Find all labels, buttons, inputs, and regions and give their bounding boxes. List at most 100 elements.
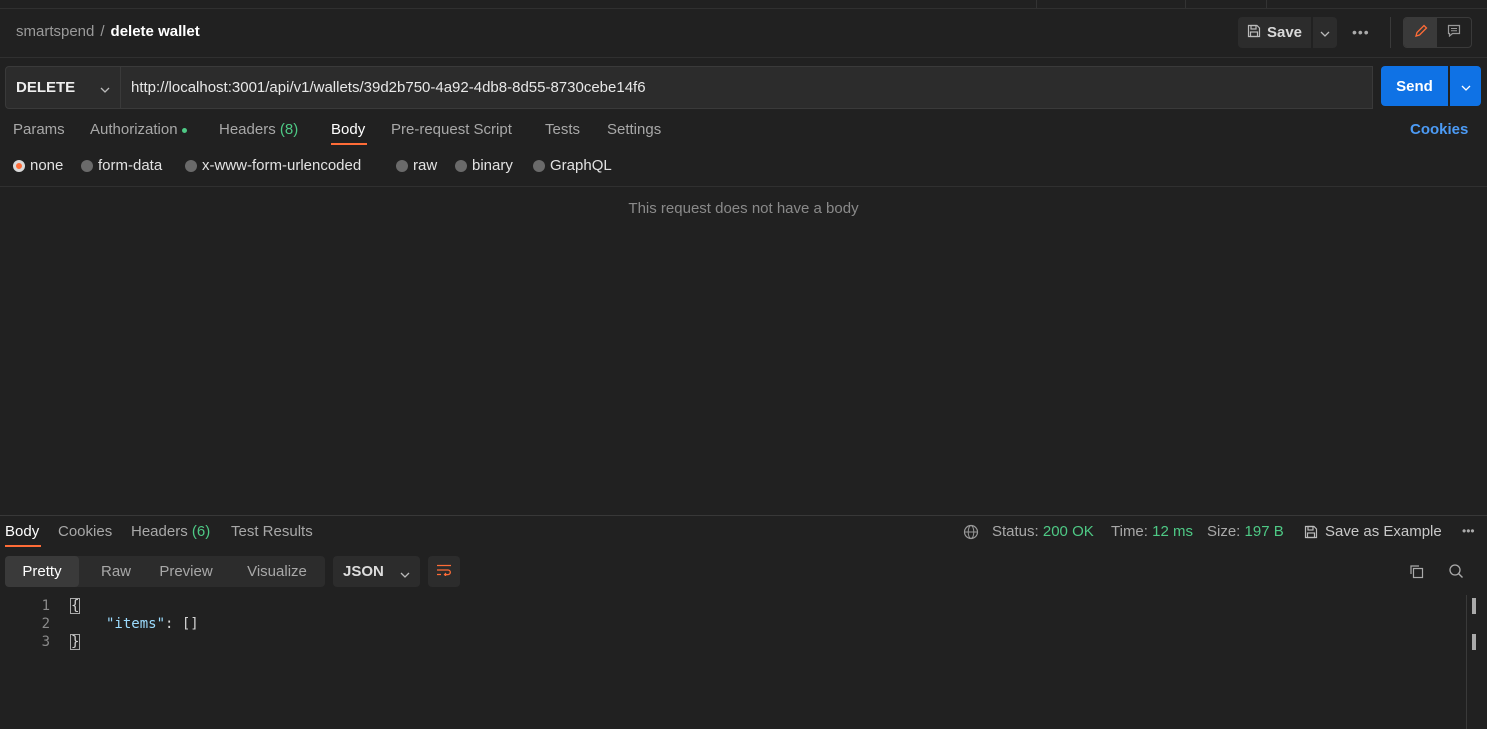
radio-binary[interactable]: binary [455, 157, 513, 174]
radio-label: binary [472, 157, 513, 174]
status-dot [181, 127, 187, 133]
radio-x-www-form-urlencoded[interactable]: x-www-form-urlencoded [185, 157, 361, 174]
save-group: Save [1238, 17, 1337, 48]
open-brace: { [70, 598, 81, 614]
cookies-link[interactable]: Cookies [1410, 121, 1468, 138]
editor-scroll-marker[interactable] [1472, 598, 1476, 614]
response-tab-test-results[interactable]: Test Results [231, 523, 313, 540]
send-options-button[interactable] [1450, 66, 1481, 106]
size-label: Size: [1207, 523, 1241, 540]
response-tab-cookies[interactable]: Cookies [58, 523, 112, 540]
response-tab-headers-label: Headers [131, 523, 188, 540]
tab-divider [1036, 0, 1037, 8]
response-time[interactable]: Time: 12 ms [1111, 523, 1193, 540]
view-visualize-button[interactable]: Visualize [233, 556, 321, 587]
code-line[interactable]: { [70, 598, 81, 614]
save-icon [1304, 525, 1318, 539]
chevron-down-icon [1320, 24, 1330, 41]
response-tab-headers[interactable]: Headers (6) [131, 523, 210, 540]
response-size[interactable]: Size: 197 B [1207, 523, 1284, 540]
method-select[interactable]: DELETE [5, 66, 121, 109]
save-label: Save [1266, 24, 1303, 41]
chevron-down-icon [100, 80, 110, 97]
editor-scrollbar-track[interactable] [1466, 595, 1467, 729]
line-number: 3 [41, 634, 50, 650]
radio-label: form-data [98, 157, 163, 174]
save-icon [1247, 24, 1261, 42]
code-line[interactable]: "items": [] [106, 616, 199, 632]
comment-mode-button[interactable] [1437, 18, 1471, 47]
radio-label: none [30, 157, 64, 174]
tab-divider [1185, 0, 1186, 8]
tab-body[interactable]: Body [331, 121, 365, 138]
more-options-button[interactable]: ••• [1352, 24, 1370, 40]
json-value: : [] [165, 616, 199, 632]
time-value: 12 ms [1152, 523, 1193, 540]
view-pretty-button[interactable]: Pretty [5, 556, 79, 587]
wrap-lines-icon [436, 563, 452, 580]
comment-icon [1447, 24, 1461, 41]
radio-label: raw [413, 157, 438, 174]
divider [0, 57, 1487, 58]
tab-params[interactable]: Params [13, 121, 65, 138]
radio-none[interactable]: none [13, 157, 63, 174]
copy-icon[interactable] [1409, 564, 1424, 583]
response-headers-count: (6) [191, 523, 211, 540]
response-more-button[interactable]: ••• [1462, 524, 1475, 538]
breadcrumb-collection[interactable]: smartspend [16, 23, 94, 40]
chevron-down-icon [1461, 78, 1471, 95]
tab-divider [1266, 0, 1267, 8]
edit-mode-button[interactable] [1404, 18, 1437, 47]
tab-pre-request-script[interactable]: Pre-request Script [391, 121, 512, 138]
line-number: 1 [41, 598, 50, 614]
response-status[interactable]: Status: 200 OK [992, 523, 1094, 540]
save-options-button[interactable] [1313, 17, 1337, 48]
url-input[interactable]: http://localhost:3001/api/v1/wallets/39d… [121, 66, 1373, 109]
editor-scroll-marker[interactable] [1472, 634, 1476, 650]
format-select[interactable]: JSON [333, 556, 420, 587]
search-icon[interactable] [1448, 563, 1464, 583]
json-key: "items" [106, 616, 166, 632]
tab-tests[interactable]: Tests [545, 121, 580, 138]
radio-indicator [533, 159, 545, 172]
chevron-down-icon [400, 565, 410, 582]
radio-indicator [455, 159, 467, 172]
edit-icon [1414, 24, 1428, 42]
time-label: Time: [1111, 523, 1148, 540]
save-as-example-label: Save as Example [1325, 523, 1442, 540]
divider [1390, 17, 1391, 48]
mode-toggle [1403, 17, 1472, 48]
response-divider[interactable] [0, 515, 1487, 516]
response-view-switcher: Pretty Raw Preview Visualize [5, 556, 325, 587]
view-raw-button[interactable]: Raw [85, 556, 147, 587]
size-value: 197 B [1244, 523, 1284, 540]
globe-icon[interactable] [963, 524, 979, 544]
line-number: 2 [41, 616, 50, 632]
tab-authorization-label: Authorization [90, 121, 178, 138]
save-as-example-button[interactable]: Save as Example [1304, 523, 1442, 540]
wrap-lines-button[interactable] [428, 556, 460, 587]
breadcrumb-separator: / [100, 23, 105, 40]
breadcrumb-request-name[interactable]: delete wallet [111, 23, 200, 40]
code-line[interactable]: } [70, 634, 81, 650]
headers-count: (8) [279, 121, 299, 138]
active-tab-indicator [5, 545, 41, 547]
tab-settings[interactable]: Settings [607, 121, 661, 138]
status-value: 200 OK [1042, 523, 1094, 540]
radio-indicator [13, 159, 25, 172]
radio-form-data[interactable]: form-data [81, 157, 162, 174]
view-preview-button[interactable]: Preview [150, 556, 222, 587]
radio-indicator [396, 159, 408, 172]
tab-authorization[interactable]: Authorization [90, 121, 187, 138]
response-tab-body[interactable]: Body [5, 523, 39, 540]
send-button[interactable]: Send [1381, 66, 1448, 106]
radio-raw[interactable]: raw [396, 157, 437, 174]
tab-headers[interactable]: Headers (8) [219, 121, 298, 138]
breadcrumb: smartspend / delete wallet [16, 23, 200, 40]
top-tab-strip [0, 0, 1487, 9]
radio-graphql[interactable]: GraphQL [533, 157, 612, 174]
radio-label: GraphQL [550, 157, 612, 174]
save-button[interactable]: Save [1238, 17, 1311, 48]
radio-label: x-www-form-urlencoded [202, 157, 362, 174]
active-tab-indicator [331, 143, 367, 145]
